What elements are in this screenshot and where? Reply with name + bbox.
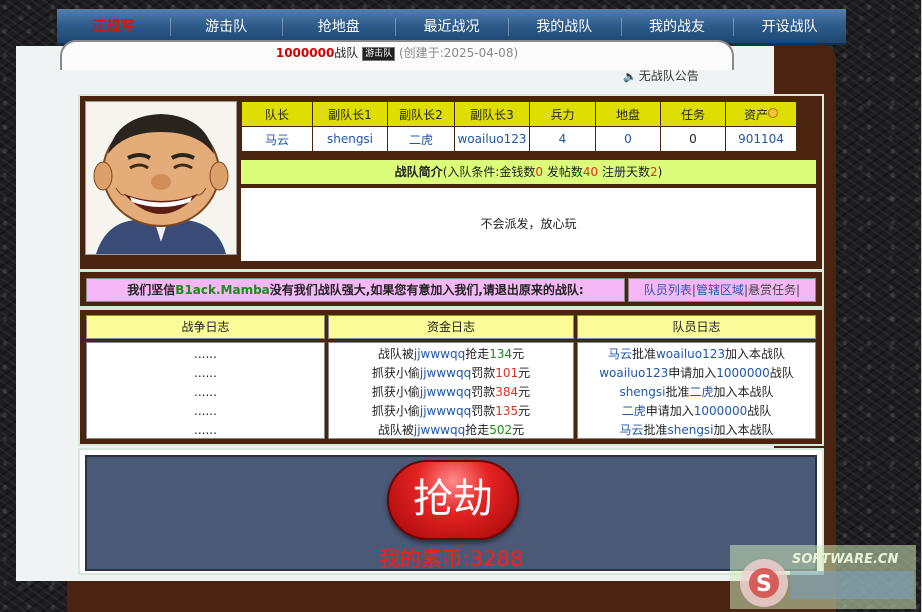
nav-guerrilla[interactable]: 游击队	[169, 9, 283, 43]
war-log-body: ...... ...... ...... ...... ......	[86, 342, 325, 439]
header-deputy-1: 副队长1	[312, 101, 388, 127]
nav-regular-army[interactable]: 正规军	[57, 9, 170, 43]
roles-header-row: 队长 副队长1 副队长2 副队长3 兵力 地盘 任务 资产	[241, 101, 797, 127]
list-item: woailuo123申请加入1000000战队	[599, 366, 794, 380]
deputy-3-name[interactable]: woailuo123	[454, 126, 530, 152]
speaker-icon: 🔈	[623, 70, 637, 83]
member-list-link[interactable]: 队员列表	[644, 283, 692, 297]
list-item: ......	[194, 347, 217, 361]
header-territory: 地盘	[595, 101, 661, 127]
header-troops: 兵力	[529, 101, 596, 127]
intro-posts-label: 发帖数	[543, 165, 583, 179]
funds-log-title: 资金日志	[328, 315, 574, 339]
members-log-title: 队员日志	[577, 315, 816, 339]
caricature-portrait	[86, 102, 236, 254]
rob-button[interactable]: 抢劫	[387, 460, 519, 540]
rob-area: 抢劫 我的素币:3288	[85, 455, 817, 571]
territory-link[interactable]: 管辖区域	[696, 283, 744, 297]
nav-grab-territory[interactable]: 抢地盘	[282, 9, 395, 43]
header-leader: 队长	[241, 101, 313, 127]
team-notice: 🔈 无战队公告	[623, 67, 699, 84]
notice-text: 无战队公告	[638, 69, 699, 83]
team-links: 队员列表|管辖区域|悬赏任务|	[628, 278, 816, 302]
intro-days-label: 注册天数	[598, 165, 650, 179]
my-coins: 我的素币:3288	[378, 547, 524, 571]
assets-value: 901104	[725, 126, 797, 152]
header-deputy-3: 副队长3	[454, 101, 530, 127]
nav-create-team[interactable]: 开设战队	[733, 9, 846, 43]
intro-cond-suffix: )	[657, 165, 663, 179]
list-item: 马云批准woailuo123加入本战队	[607, 347, 786, 361]
team-intro-bar: 战队简介(入队条件:金钱数0 发帖数40 注册天数2)	[241, 160, 816, 184]
list-item: ......	[194, 423, 217, 437]
team-suffix: 战队	[334, 46, 359, 60]
team-leader-avatar	[85, 101, 237, 255]
funds-log-body: 战队被jjwwwqq抢走134元 抓获小偷jjwwwqq罚款101元 抓获小偷j…	[328, 342, 574, 439]
coin-icon	[768, 107, 778, 118]
troops-value: 4	[529, 126, 596, 152]
watermark-text: SOFTWARE.CN	[792, 552, 898, 567]
war-log: 战争日志 ...... ...... ...... ...... ......	[86, 315, 325, 439]
intro-title: 战队简介	[394, 165, 443, 179]
list-item: shengsi批准二虎加入本战队	[619, 385, 774, 399]
territory-value: 0	[595, 126, 661, 152]
intro-money: 0	[535, 165, 544, 179]
nav-my-comrades[interactable]: 我的战友	[620, 9, 734, 43]
intro-posts: 40	[582, 165, 599, 179]
team-title: 1000000战队 游击队 (创建于:2025-04-08)	[60, 40, 734, 70]
list-item: ......	[194, 404, 217, 418]
list-item: 抓获小偷jjwwwqq罚款101元	[371, 366, 531, 380]
created-date: (创建于:2025-04-08)	[398, 46, 519, 60]
watermark-logo: S SOFTWARE.CN	[730, 545, 916, 609]
bounty-link[interactable]: 悬赏任务	[748, 283, 796, 297]
list-item: 马云批准shengsi加入本战队	[619, 423, 774, 437]
members-log: 队员日志 马云批准woailuo123加入本战队 woailuo123申请加入1…	[577, 315, 816, 439]
nav-my-team[interactable]: 我的战队	[507, 9, 621, 43]
list-item: ......	[194, 385, 217, 399]
intro-days: 2	[650, 165, 658, 179]
team-name[interactable]: 1000000	[276, 46, 334, 60]
list-item: 抓获小偷jjwwwqq罚款384元	[371, 385, 531, 399]
intro-cond-prefix: (入队条件:金钱数	[442, 165, 536, 179]
roles-value-row: 马云 shengsi 二虎 woailuo123 4 0 0 901104	[241, 126, 797, 152]
list-item: 战队被jjwwwqq抢走134元	[377, 347, 525, 361]
tasks-value: 0	[660, 126, 726, 152]
list-item: 二虎申请加入1000000战队	[621, 404, 772, 418]
list-item: 战队被jjwwwqq抢走502元	[377, 423, 525, 437]
funds-log: 资金日志 战队被jjwwwqq抢走134元 抓获小偷jjwwwqq罚款101元 …	[328, 315, 574, 439]
assets-label: 资产	[743, 107, 768, 122]
members-log-body: 马云批准woailuo123加入本战队 woailuo123申请加入100000…	[577, 342, 816, 439]
header-assets: 资产	[725, 101, 797, 127]
slogan-highlight: B1ack.Mamba	[175, 283, 270, 297]
deputy-2-name[interactable]: 二虎	[387, 126, 455, 152]
watermark-logo-letter: S	[756, 572, 772, 597]
nav-recent-battles[interactable]: 最近战况	[395, 9, 508, 43]
list-item: ......	[194, 366, 217, 380]
list-item: 抓获小偷jjwwwqq罚款135元	[371, 404, 531, 418]
slogan-text: 我们坚信B1ack.Mamba没有我们战队强大,如果您有意加入我们,请退出原来的…	[86, 278, 625, 302]
team-roles-table: 队长 副队长1 副队长2 副队长3 兵力 地盘 任务 资产 马云 shengsi…	[241, 101, 797, 152]
team-type-badge: 游击队	[362, 47, 396, 61]
team-intro-text: 不会派发，放心玩	[241, 188, 816, 261]
rob-panel: 抢劫 我的素币:3288	[78, 448, 824, 575]
war-log-title: 战争日志	[86, 315, 325, 339]
leader-name[interactable]: 马云	[241, 126, 313, 152]
header-tasks: 任务	[660, 101, 726, 127]
team-info-panel: 队长 副队长1 副队长2 副队长3 兵力 地盘 任务 资产 马云 shengsi…	[78, 94, 824, 271]
header-deputy-2: 副队长2	[387, 101, 455, 127]
logs-panel: 战争日志 ...... ...... ...... ...... ...... …	[78, 308, 824, 446]
deputy-1-name[interactable]: shengsi	[312, 126, 388, 152]
slogan-panel: 我们坚信B1ack.Mamba没有我们战队强大,如果您有意加入我们,请退出原来的…	[78, 270, 824, 308]
site-watermark: S SOFTWARE.CN	[730, 545, 920, 609]
